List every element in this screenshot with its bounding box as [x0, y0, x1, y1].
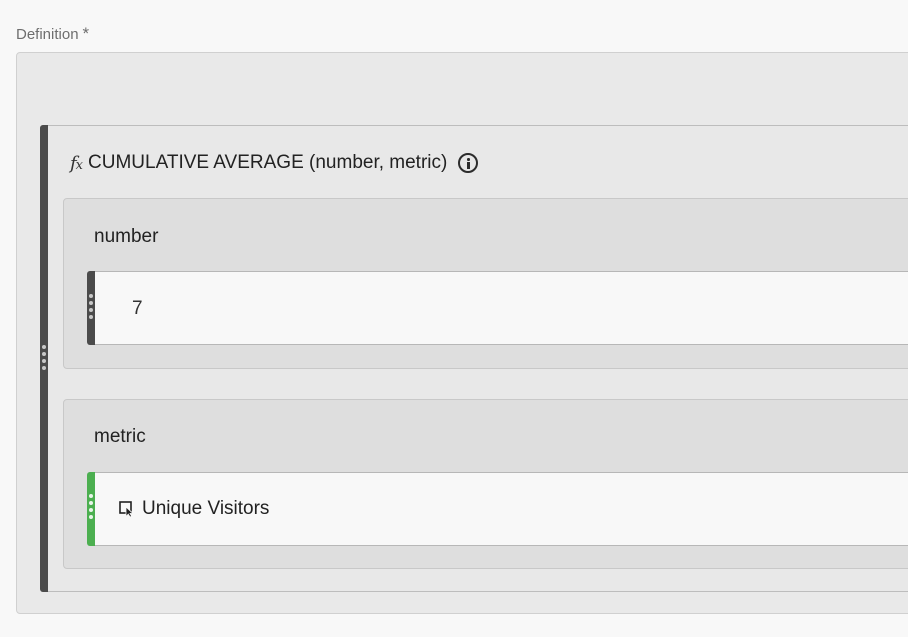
param-label-metric: metric — [94, 426, 146, 447]
required-asterisk: * — [82, 24, 90, 43]
function-fx-icon: fx — [70, 152, 83, 174]
info-icon[interactable] — [458, 153, 479, 173]
drag-handle-dot — [42, 352, 46, 356]
drag-handle-dot — [89, 501, 93, 505]
number-value[interactable]: 7 — [132, 298, 143, 320]
function-header: fx CUMULATIVE AVERAGE (number, metric) — [70, 148, 479, 178]
drag-handle-dot — [89, 508, 93, 512]
definition-label: Definition * — [16, 24, 89, 44]
param-label-number: number — [94, 226, 159, 247]
drag-handle-dot — [42, 359, 46, 363]
metric-drag-handle[interactable] — [88, 494, 94, 524]
number-drag-handle[interactable] — [88, 294, 94, 324]
drag-handle-dot — [42, 345, 46, 349]
drag-handle-dot — [89, 294, 93, 298]
function-drag-handle[interactable] — [41, 345, 47, 375]
drag-handle-dot — [89, 494, 93, 498]
drag-handle-dot — [89, 308, 93, 312]
number-input[interactable] — [87, 271, 908, 345]
drag-handle-dot — [89, 515, 93, 519]
metric-icon — [119, 501, 135, 517]
metric-value[interactable]: Unique Visitors — [142, 498, 269, 520]
drag-handle-dot — [89, 301, 93, 305]
function-signature: CUMULATIVE AVERAGE (number, metric) — [88, 152, 448, 173]
definition-label-text: Definition — [16, 26, 79, 43]
drag-handle-dot — [89, 315, 93, 319]
drag-handle-dot — [42, 366, 46, 370]
